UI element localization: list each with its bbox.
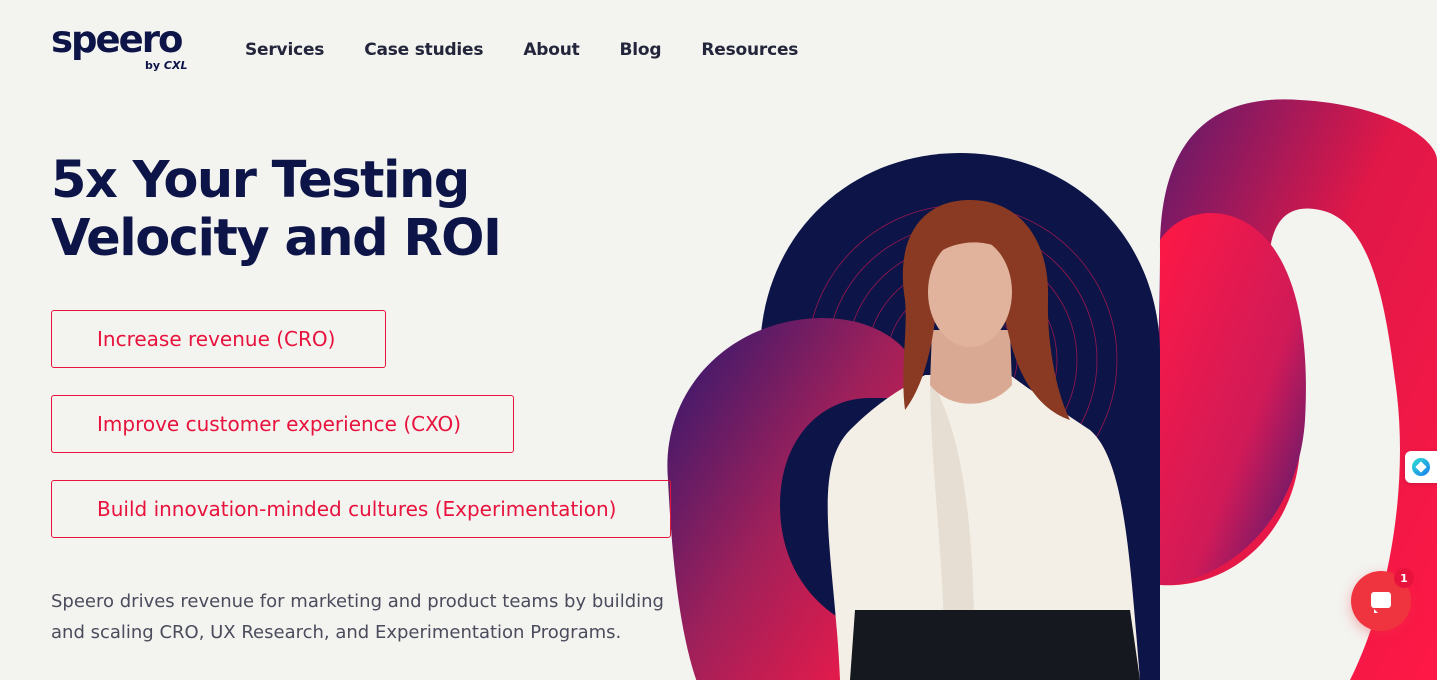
cta-increase-revenue[interactable]: Increase revenue (CRO)	[51, 310, 386, 368]
hero-heading-line-2: Velocity and ROI	[51, 209, 502, 268]
cta-improve-customer-experience[interactable]: Improve customer experience (CXO)	[51, 395, 514, 453]
logo-byline: by CXL	[145, 59, 187, 72]
chat-notification-badge: 1	[1394, 568, 1414, 588]
logo-by: by	[145, 59, 161, 72]
nav-services[interactable]: Services	[245, 40, 324, 60]
hero-description: Speero drives revenue for marketing and …	[51, 591, 664, 643]
hero-heading-line-1: 5x Your Testing	[51, 151, 470, 210]
ribbon-shape-upper	[1160, 213, 1306, 585]
person-figure	[827, 200, 1140, 680]
main-navigation: Services Case studies About Blog Resourc…	[245, 40, 798, 60]
concentric-rings	[806, 204, 1118, 516]
chat-bubble-icon	[1371, 592, 1391, 613]
nav-resources[interactable]: Resources	[701, 40, 798, 60]
cta-build-innovation-cultures[interactable]: Build innovation-minded cultures (Experi…	[51, 480, 671, 538]
ribbon-shape-inner	[780, 398, 900, 640]
nav-case-studies[interactable]: Case studies	[364, 40, 483, 60]
assistant-widget-icon	[1412, 458, 1430, 476]
logo-wordmark: speero	[51, 18, 183, 61]
speero-logo[interactable]: speero by CXL	[51, 18, 191, 76]
logo-brand: CXL	[163, 59, 188, 72]
ribbon-shape-left	[667, 317, 905, 680]
nav-about[interactable]: About	[523, 40, 579, 60]
arch-shape	[760, 153, 1160, 680]
assistant-widget[interactable]	[1405, 451, 1437, 483]
hero-heading: 5x Your Testing Velocity and ROI	[51, 151, 502, 268]
nav-blog[interactable]: Blog	[620, 40, 662, 60]
